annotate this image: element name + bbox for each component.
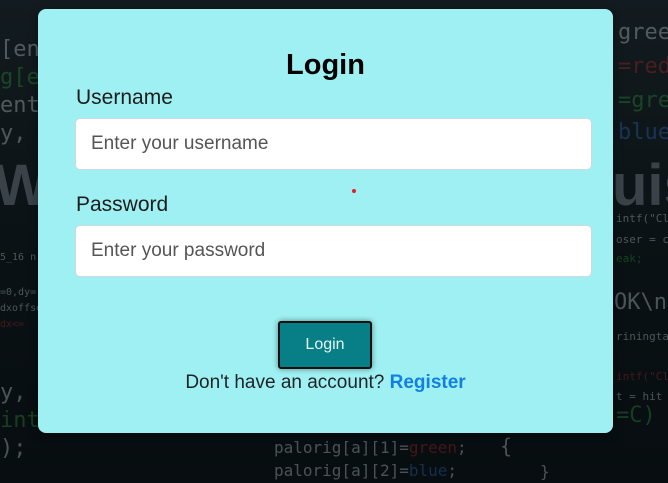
bg-code-line: eak; [616,252,643,265]
register-prompt-text: Don't have an account? [185,372,385,393]
bg-code-line: =gree [618,88,668,113]
login-button[interactable]: Login [278,321,372,369]
register-link[interactable]: Register [390,372,466,393]
login-title: Login [286,49,365,81]
bg-code-line: intf("Cl [616,370,668,383]
login-modal: Login Username Password Login Don't have… [38,9,613,433]
bg-code-line: blue [618,120,668,145]
bg-heading-fragment: uis [612,153,668,218]
red-dot-marker [352,189,356,193]
bg-code-line: riningta [616,330,668,343]
bg-code-line: dxoffse [0,303,43,314]
bg-code-line: } [540,462,550,481]
bg-code-line: oser = c [616,233,668,246]
bg-code-line: t = hit + [616,390,668,403]
bg-code-line: 5_16 n [0,252,37,263]
register-prompt-line: Don't have an account? Register [38,372,613,394]
bg-code-line: =C) [616,403,656,428]
bg-code-line: intf("Cl [616,212,668,225]
username-label: Username [76,86,173,109]
bg-code-line: =red; [618,54,668,79]
bg-code-line: dx<= [0,319,25,330]
bg-code-line: { [500,434,513,458]
username-input[interactable] [75,118,592,170]
bg-code-line: palorig[a][2]=blue; [274,461,458,480]
bg-code-line: OK\n [614,290,667,315]
bg-code-line: =0,dy= [0,287,37,298]
password-input[interactable] [75,225,592,277]
bg-code-line: green [618,20,668,45]
bg-code-line: palorig[a][1]=green; [274,438,467,457]
bg-code-line: ); [0,436,27,461]
password-label: Password [76,193,169,216]
